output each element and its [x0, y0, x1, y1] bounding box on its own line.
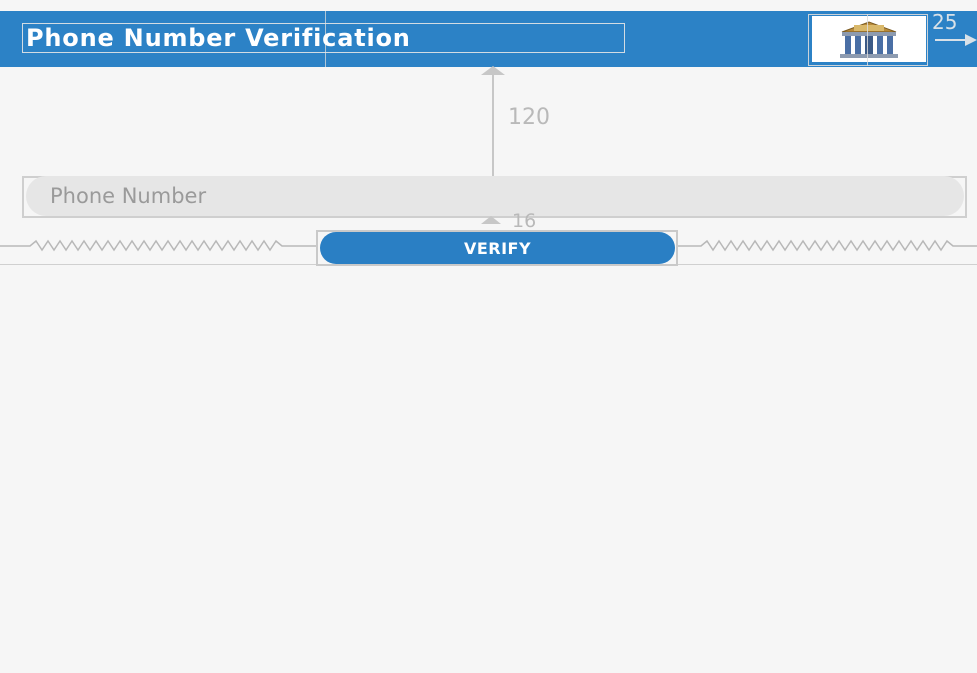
vertical-constraint-line: [492, 72, 494, 176]
arrow-right-icon: [935, 34, 977, 46]
right-spring-constraint-icon: [677, 239, 977, 252]
layout-guide-line: [867, 14, 868, 66]
left-spring-constraint-icon: [0, 239, 318, 252]
right-margin-label: 25: [932, 10, 958, 34]
layout-editor-canvas: Phone Number Verification 25 120 16: [0, 0, 977, 673]
arrow-up-icon: [481, 216, 501, 224]
top-margin-label: 120: [508, 105, 550, 130]
bank-icon: [812, 16, 926, 62]
verify-button[interactable]: VERIFY: [320, 232, 675, 264]
phone-number-input[interactable]: [26, 176, 964, 216]
button-margin-label: 16: [512, 210, 537, 232]
page-title: Phone Number Verification: [26, 24, 411, 52]
